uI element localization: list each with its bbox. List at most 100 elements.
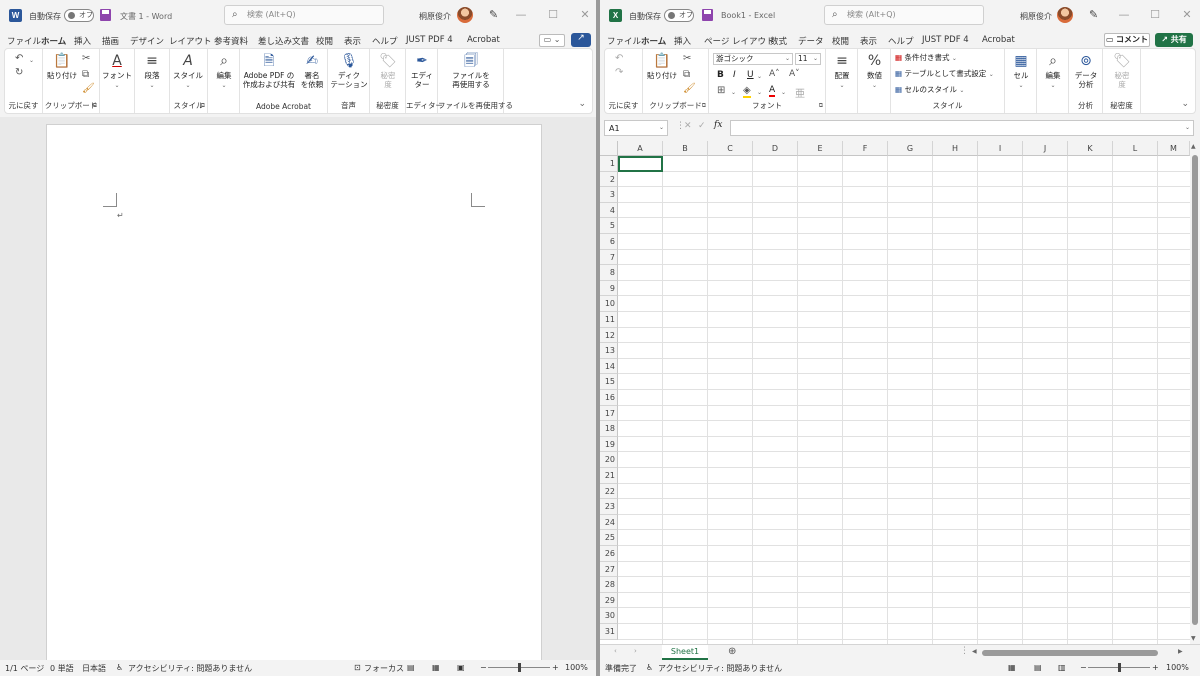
user-name[interactable]: 桐原俊介 [1020,11,1052,22]
word-count[interactable]: 0 単語 [50,663,74,674]
decrease-font-icon[interactable]: A˅ [789,69,800,79]
bold-icon[interactable]: B [717,70,724,80]
worksheet-grid[interactable]: ABCDEFGHIJKLM 1 2 3 4 5 6 7 8 9 10 11 12 13 14 15 16 17 1… [600,141,1200,644]
create-pdf-button[interactable]: 🗎 Adobe PDF の 作成および共有 [242,53,296,89]
row-header[interactable]: 14 [600,358,618,375]
vertical-scrollbar[interactable]: ▲ ▼ [1190,141,1200,644]
dialog-launcher-icon[interactable]: ⧉ [93,102,97,110]
search-box[interactable]: ⌕ 検索 (Alt+Q) [824,5,984,25]
row-header[interactable]: 27 [600,561,618,578]
copy-icon[interactable]: ⧉ [82,69,89,80]
language[interactable]: 日本語 [82,663,106,674]
row-header[interactable]: 3 [600,187,618,203]
tab-help[interactable]: ヘルプ [372,35,398,47]
tab-help[interactable]: ヘルプ [888,35,914,47]
cancel-entry-icon[interactable]: ✕ [684,121,692,131]
column-header[interactable]: F [843,141,888,156]
row-header[interactable]: 9 [600,280,618,297]
column-header[interactable]: M [1158,141,1190,156]
number-button[interactable]: % 数値 ⌄ [859,53,890,90]
minimize-icon[interactable]: — [514,8,528,21]
row-header[interactable]: 22 [600,483,618,500]
redo-icon[interactable]: ↻ [15,67,23,78]
row-header[interactable]: 30 [600,608,618,624]
comments-icon[interactable]: ▭ ⌄ [539,34,565,47]
tab-acrobat[interactable]: Acrobat [467,35,500,45]
underline-icon[interactable]: U [747,70,754,80]
designer-pen-icon[interactable]: ✎ [489,8,498,21]
tab-review[interactable]: 校閲 [832,35,849,47]
editing-button[interactable]: ⌕ 編集 ⌄ [209,53,239,90]
ribbon-collapse-icon[interactable]: ⌄ [1181,99,1189,109]
tab-just-pdf[interactable]: JUST PDF 4 [406,35,453,45]
expand-formula-icon[interactable]: ⌄ [1185,124,1190,131]
autosave-toggle[interactable]: オフ [64,9,94,22]
sensitivity-button[interactable]: 🏷 秘密 度 [372,53,404,89]
row-header[interactable]: 19 [600,436,618,453]
row-header[interactable]: 2 [600,171,618,188]
column-header[interactable]: J [1023,141,1068,156]
zoom-slider-knob[interactable] [518,663,521,672]
focus-label[interactable]: フォーカス [364,663,404,674]
insert-function-icon[interactable]: fx [714,120,722,130]
zoom-level[interactable]: 100% [565,663,588,672]
fill-color-dropdown-icon[interactable]: ⌄ [757,89,762,96]
zoom-in-icon[interactable]: + [552,663,559,672]
italic-icon[interactable]: I [733,70,736,80]
tab-data[interactable]: データ [798,35,824,47]
tab-review[interactable]: 校閲 [316,35,333,47]
undo-icon[interactable]: ↶ [15,53,23,64]
column-header[interactable]: B [663,141,708,156]
undo-icon[interactable]: ↶ [615,53,623,64]
tab-view[interactable]: 表示 [344,35,361,47]
increase-font-icon[interactable]: A˄ [769,69,780,79]
clipboard-launcher-icon[interactable]: ⧉ [702,102,706,110]
row-header[interactable]: 24 [600,514,618,531]
styles-launcher-icon[interactable]: ⧉ [201,102,205,110]
underline-dropdown-icon[interactable]: ⌄ [757,73,762,80]
zoom-slider-knob[interactable] [1118,663,1121,672]
column-header[interactable]: D [753,141,798,156]
font-size-select[interactable]: 11 ⌄ [795,53,821,65]
cell-styles-button[interactable]: ▦ セルのスタイル ⌄ [895,85,964,95]
tab-view[interactable]: 表示 [860,35,877,47]
redo-icon[interactable]: ↷ [615,67,623,78]
document-page[interactable]: ↵ [46,124,542,669]
row-header[interactable]: 17 [600,405,618,422]
row-header[interactable]: 21 [600,468,618,484]
row-header[interactable]: 6 [600,234,618,250]
tab-insert[interactable]: 挿入 [74,35,91,47]
row-header[interactable]: 26 [600,546,618,562]
paste-button[interactable]: 📋 貼り付け [647,53,677,80]
maximize-icon[interactable]: ☐ [1148,8,1162,21]
zoom-out-icon[interactable]: − [1080,663,1087,672]
row-header[interactable]: 13 [600,343,618,359]
undo-dropdown-icon[interactable]: ⌄ [29,57,34,64]
close-icon[interactable]: ✕ [578,8,592,21]
cells-button[interactable]: ▦ セル ⌄ [1006,53,1036,90]
column-header[interactable]: I [978,141,1023,156]
font-name-select[interactable]: 游ゴシック ⌄ [713,53,793,65]
print-layout-icon[interactable]: ▦ [432,663,440,672]
styles-button[interactable]: A スタイル ⌄ [172,53,204,90]
avatar[interactable] [1057,7,1073,23]
share-icon[interactable]: ↗ [571,33,591,47]
tab-formulas[interactable]: 数式 [770,35,787,47]
cut-icon[interactable]: ✂ [683,53,691,64]
row-header[interactable]: 5 [600,218,618,234]
add-sheet-icon[interactable]: ⊕ [728,646,736,657]
tab-insert[interactable]: 挿入 [674,35,691,47]
tab-file[interactable]: ファイル [607,35,641,47]
borders-icon[interactable]: ⊞ [717,85,725,96]
scroll-thumb[interactable] [1192,155,1198,625]
row-header[interactable]: 25 [600,530,618,546]
row-header[interactable]: 20 [600,452,618,468]
maximize-icon[interactable]: ☐ [546,8,560,21]
page-break-view-icon[interactable]: ▥ [1058,663,1066,672]
tab-references[interactable]: 参考資料 [214,35,248,47]
font-button[interactable]: A フォント ⌄ [102,53,132,90]
row-header[interactable]: 11 [600,312,618,328]
ribbon-collapse-icon[interactable]: ⌄ [578,99,586,109]
font-color-icon[interactable]: A [769,85,776,97]
read-mode-icon[interactable]: ▤ [407,663,415,672]
